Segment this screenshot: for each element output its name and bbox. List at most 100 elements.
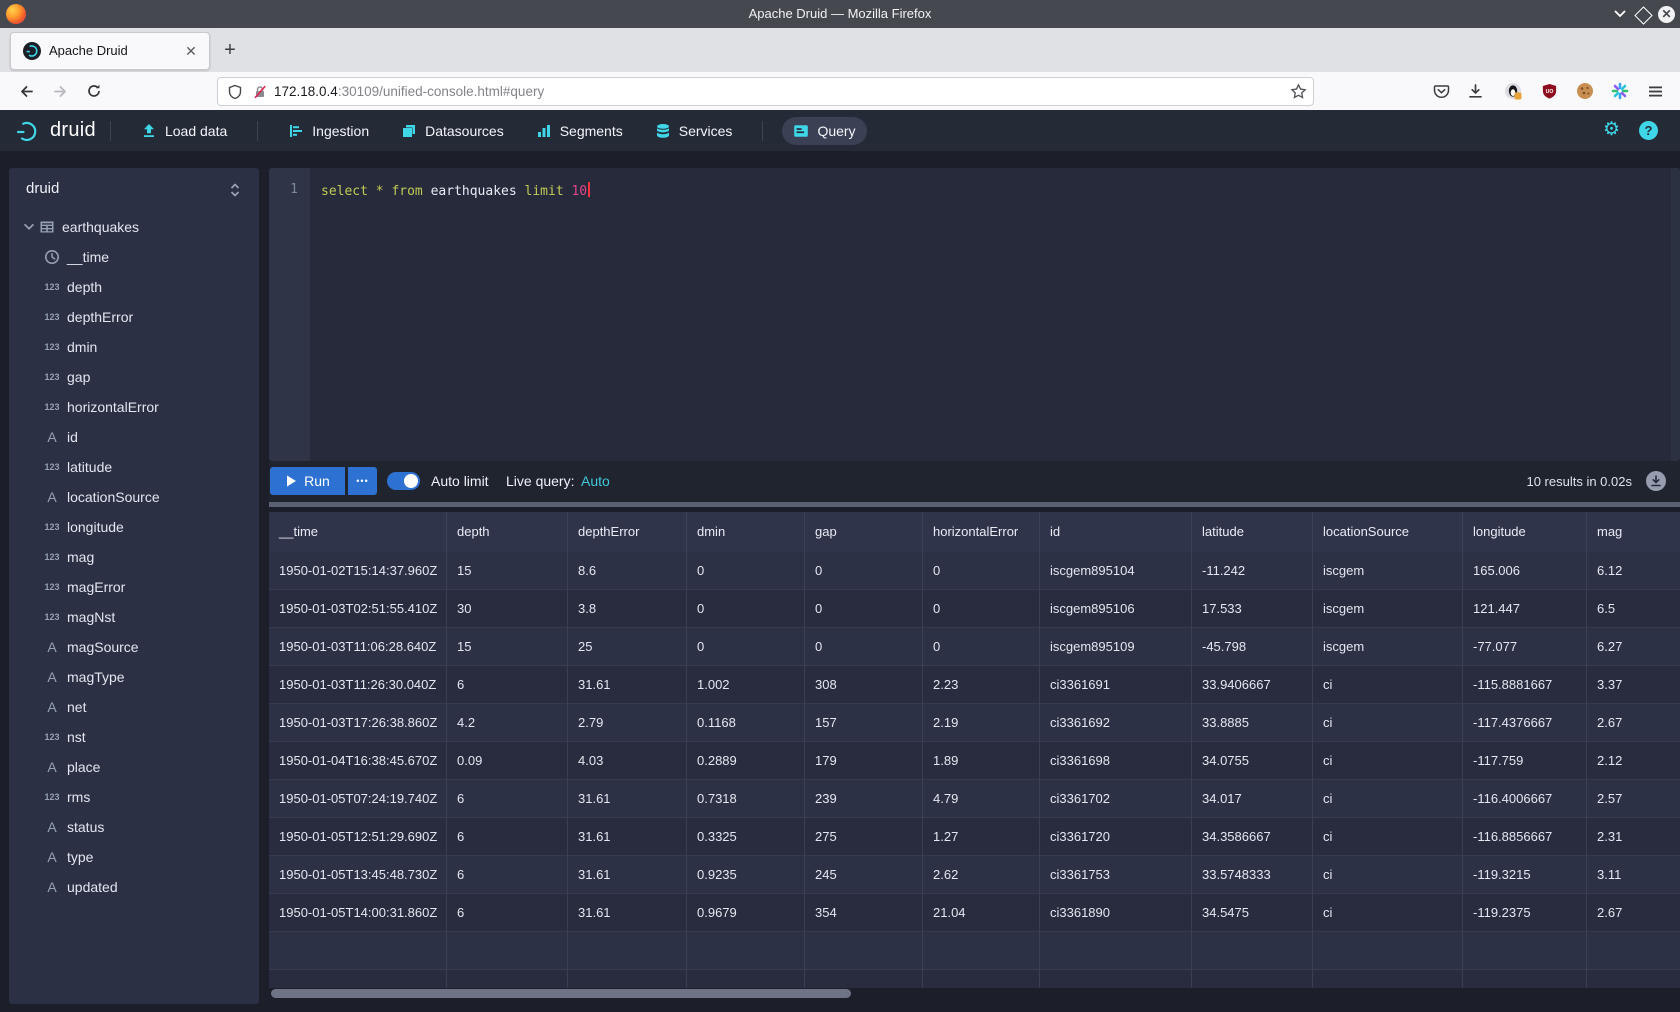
extension-penguin-icon[interactable] — [1499, 77, 1527, 105]
nav-query[interactable]: Query — [782, 117, 866, 145]
extension-cookie-icon[interactable] — [1571, 77, 1599, 105]
table-cell: ci — [1313, 742, 1463, 780]
table-cell — [805, 932, 923, 970]
settings-gear-icon[interactable]: ⚙ — [1603, 119, 1620, 141]
tab-strip: Apache Druid ✕ + — [0, 28, 1680, 73]
column-header-depth[interactable]: depth — [447, 512, 568, 552]
extension-pinwheel-icon[interactable] — [1606, 77, 1634, 105]
sidebar-column-nst[interactable]: 123nst — [9, 722, 259, 752]
table-cell: 0 — [687, 552, 805, 590]
lock-insecure-icon[interactable] — [252, 84, 268, 100]
sidebar-column-depth[interactable]: 123depth — [9, 272, 259, 302]
back-icon[interactable] — [12, 77, 40, 105]
sidebar-column-magError[interactable]: 123magError — [9, 572, 259, 602]
druid-nav: Load data Ingestion Datasources Segments Ser… — [96, 117, 872, 145]
url-bar[interactable]: 172.18.0.4:30109/unified-console.html#qu… — [217, 77, 1314, 106]
sql-token-identifier: earthquakes — [431, 184, 517, 199]
sidebar-table-earthquakes[interactable]: earthquakes — [9, 212, 259, 242]
sql-token-keyword: from — [391, 184, 422, 199]
table-row: 1950-01-05T14:00:31.860Z631.610.96793542… — [269, 894, 1680, 932]
url-path: :30109/unified-console.html#query — [338, 84, 544, 99]
scrollbar-thumb[interactable] — [271, 989, 851, 998]
sidebar-column-rms[interactable]: 123rms — [9, 782, 259, 812]
auto-limit-toggle[interactable] — [387, 472, 420, 490]
sidebar-column-longitude[interactable]: 123 longitude — [9, 512, 259, 542]
column-header-mag[interactable]: mag — [1587, 512, 1680, 552]
column-name: longitude — [67, 519, 124, 535]
nav-ingestion[interactable]: Ingestion — [277, 117, 380, 145]
pocket-icon[interactable] — [1427, 77, 1455, 105]
sidebar-column-__time[interactable]: __time — [9, 242, 259, 272]
horizontal-scrollbar[interactable] — [269, 988, 1680, 1000]
sidebar-column-dmin[interactable]: 123dmin — [9, 332, 259, 362]
sidebar-column-id[interactable]: Aid — [9, 422, 259, 452]
column-header-horizontalError[interactable]: horizontalError — [923, 512, 1040, 552]
chevron-down-icon[interactable] — [22, 220, 36, 234]
column-header-gap[interactable]: gap — [805, 512, 923, 552]
number-type-icon: 123 — [41, 732, 63, 742]
table-cell: 0.7318 — [687, 780, 805, 818]
reload-icon[interactable] — [80, 77, 108, 105]
number-type-icon: 123 — [41, 792, 63, 802]
table-row: 1950-01-03T11:26:30.040Z631.611.0023082.… — [269, 666, 1680, 704]
url-text[interactable]: 172.18.0.4:30109/unified-console.html#qu… — [274, 84, 544, 99]
sidebar-column-latitude[interactable]: 123latitude — [9, 452, 259, 482]
sidebar-column-locationSource[interactable]: AlocationSource — [9, 482, 259, 512]
window-title: Apache Druid — Mozilla Firefox — [0, 0, 1680, 28]
table-cell: 1950-01-05T14:00:31.860Z — [269, 894, 447, 932]
live-query-value[interactable]: Auto — [581, 461, 610, 502]
nav-label: Segments — [560, 123, 623, 139]
new-tab-button[interactable]: + — [216, 36, 244, 64]
column-header-latitude[interactable]: latitude — [1192, 512, 1313, 552]
help-icon[interactable]: ? — [1639, 121, 1658, 140]
column-header-locationSource[interactable]: locationSource — [1313, 512, 1463, 552]
query-editor[interactable]: 1 select * from earthquakes limit 10 — [269, 168, 1680, 461]
sidebar-column-status[interactable]: Astatus — [9, 812, 259, 842]
shield-icon[interactable] — [227, 84, 243, 100]
sidebar-column-type[interactable]: Atype — [9, 842, 259, 872]
forward-icon[interactable] — [46, 77, 74, 105]
extension-ublock-icon[interactable]: UO — [1535, 77, 1563, 105]
column-header-dmin[interactable]: dmin — [687, 512, 805, 552]
live-query-label: Live query: — [506, 461, 574, 502]
sidebar-column-magNst[interactable]: 123magNst — [9, 602, 259, 632]
sql-text[interactable]: select * from earthquakes limit 10 — [321, 182, 590, 199]
sidebar-column-magType[interactable]: AmagType — [9, 662, 259, 692]
column-name: place — [67, 759, 100, 775]
sidebar-column-mag[interactable]: 123mag — [9, 542, 259, 572]
sidebar-column-depthError[interactable]: 123depthError — [9, 302, 259, 332]
downloads-icon[interactable] — [1461, 77, 1489, 105]
menu-hamburger-icon[interactable] — [1641, 77, 1669, 105]
column-header-__time[interactable]: __time — [269, 512, 447, 552]
column-header-depthError[interactable]: depthError — [568, 512, 687, 552]
sidebar-column-place[interactable]: Aplace — [9, 752, 259, 782]
run-more-button[interactable]: ••• — [348, 467, 377, 495]
nav-segments[interactable]: Segments — [525, 117, 634, 145]
window-minimize-icon[interactable] — [1612, 8, 1628, 24]
sidebar-column-gap[interactable]: 123gap — [9, 362, 259, 392]
number-type-icon: 123 — [41, 522, 63, 532]
column-header-longitude[interactable]: longitude — [1463, 512, 1587, 552]
run-button[interactable]: Run — [270, 467, 345, 495]
window-close-icon[interactable]: ✕ — [1658, 6, 1675, 23]
bookmark-star-icon[interactable] — [1290, 83, 1307, 100]
double-caret-icon[interactable] — [228, 182, 242, 198]
editor-scrollbar[interactable] — [1671, 168, 1680, 461]
sidebar-column-net[interactable]: Anet — [9, 692, 259, 722]
table-cell — [805, 970, 923, 988]
sidebar-column-horizontalError[interactable]: 123horizontalError — [9, 392, 259, 422]
nav-services[interactable]: Services — [644, 117, 744, 145]
sidebar-column-magSource[interactable]: AmagSource — [9, 632, 259, 662]
druid-logo[interactable]: druid — [14, 117, 96, 145]
column-name: latitude — [67, 459, 112, 475]
table-cell: 308 — [805, 666, 923, 704]
column-header-id[interactable]: id — [1040, 512, 1192, 552]
table-cell — [1192, 932, 1313, 970]
nav-load-data[interactable]: Load data — [130, 117, 238, 145]
nav-datasources[interactable]: Datasources — [390, 117, 515, 145]
sidebar-column-updated[interactable]: Aupdated — [9, 872, 259, 902]
browser-tab[interactable]: Apache Druid ✕ — [10, 32, 210, 70]
tab-close-icon[interactable]: ✕ — [181, 41, 201, 61]
panel-splitter[interactable] — [269, 502, 1680, 507]
download-results-icon[interactable] — [1646, 471, 1666, 491]
